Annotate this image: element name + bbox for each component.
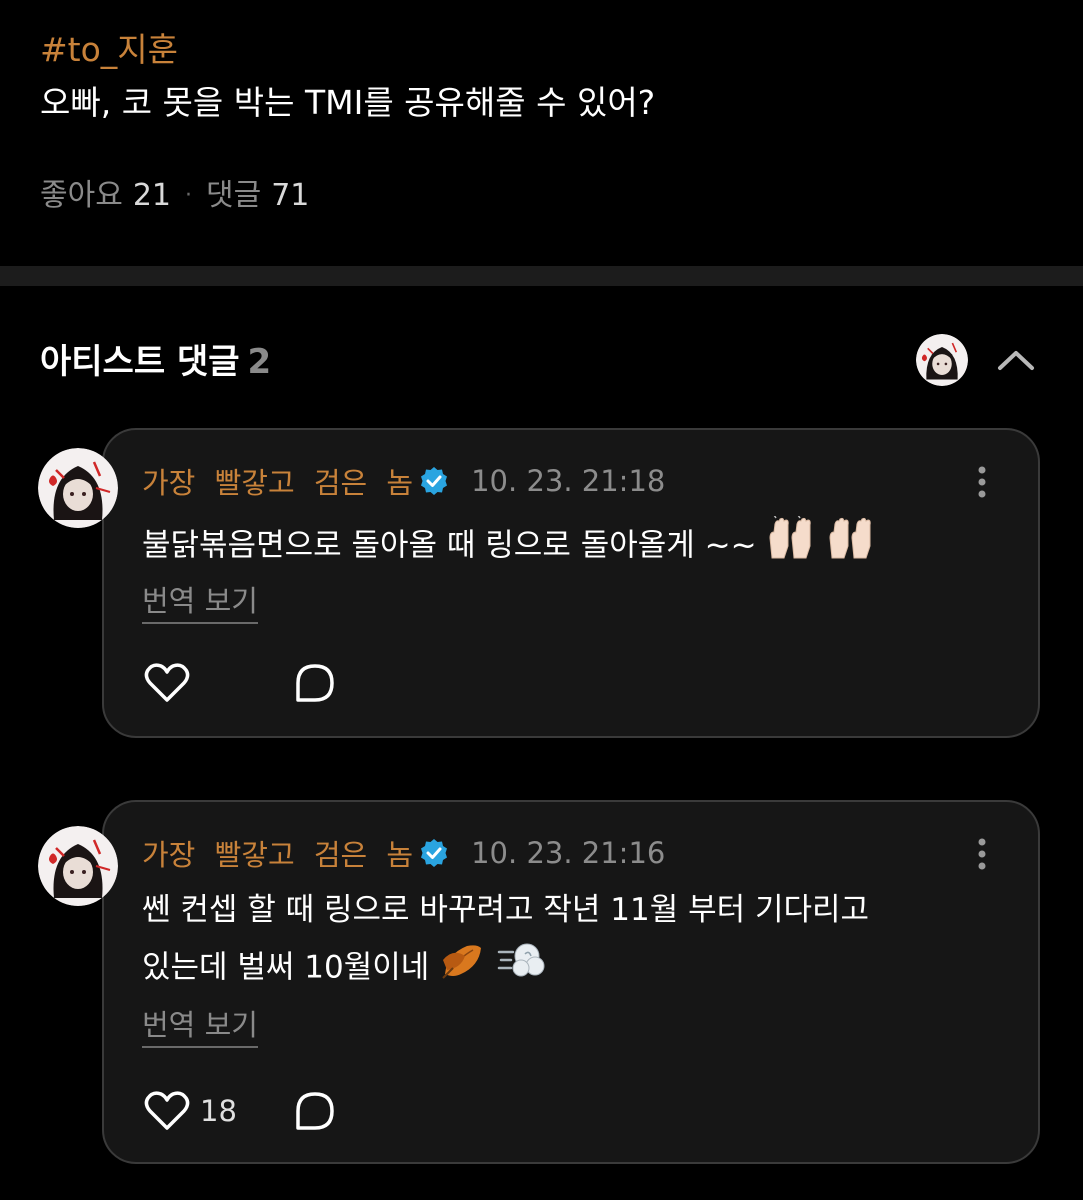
like-button[interactable]: 18 xyxy=(144,1086,237,1136)
comment-author-avatar[interactable] xyxy=(38,826,118,906)
comment-author[interactable]: 가장 빨갛고 검은 놈 xyxy=(142,460,413,502)
verified-badge-icon xyxy=(419,466,449,496)
like-count: 18 xyxy=(200,1094,237,1128)
heart-icon xyxy=(144,1091,190,1130)
comment-author[interactable]: 가장 빨갛고 검은 놈 xyxy=(142,832,413,874)
post-text: 오빠, 코 못을 박는 TMI를 공유해줄 수 있어? xyxy=(40,83,656,122)
translate-link[interactable]: 번역 보기 xyxy=(142,580,258,624)
section-divider xyxy=(0,266,1083,286)
dash-icon xyxy=(497,938,547,1000)
comment-timestamp: 10. 23. 21:18 xyxy=(471,464,666,498)
comment-timestamp: 10. 23. 21:16 xyxy=(471,836,666,870)
section-title: 아티스트 댓글 2 xyxy=(40,336,271,388)
verified-badge-icon xyxy=(419,838,449,868)
chevron-up-icon xyxy=(998,351,1034,370)
comments-label[interactable]: 댓글 xyxy=(206,174,261,218)
translate-link[interactable]: 번역 보기 xyxy=(142,1004,258,1048)
comment-text: 불닭볶음면으로 돌아올 때 링으로 돌아올게 ~~ xyxy=(142,513,1002,578)
comment-body: 불닭볶음면으로 돌아올 때 링으로 돌아올게 ~~ xyxy=(142,527,757,564)
comment-body-line2: 있는데 벌써 10월이네 xyxy=(142,949,430,986)
like-button[interactable] xyxy=(144,658,200,708)
comment-header: 가장 빨갛고 검은 놈 10. 23. 21:18 xyxy=(142,458,665,504)
reply-bubble-icon xyxy=(296,664,334,702)
stats-separator: · xyxy=(185,183,192,208)
comment-card: 가장 빨갛고 검은 놈 10. 23. 21:16 쎈 컨셉 할 때 링으로 바… xyxy=(102,800,1040,1164)
reply-button[interactable] xyxy=(294,1090,336,1132)
comment-author-avatar[interactable] xyxy=(38,448,118,528)
comment: 가장 빨갛고 검은 놈 10. 23. 21:18 불닭볶음면으로 돌아올 때 … xyxy=(0,428,1083,740)
comment: 가장 빨갛고 검은 놈 10. 23. 21:16 쎈 컨셉 할 때 링으로 바… xyxy=(0,800,1083,1166)
fallen-leaf-icon xyxy=(439,938,487,1000)
raised-hands-icon xyxy=(766,513,816,578)
comment-text: 쎈 컨셉 할 때 링으로 바꾸려고 작년 11월 부터 기다리고 있는데 벌써 … xyxy=(142,882,1002,1000)
more-options-button[interactable] xyxy=(970,832,994,876)
more-vertical-icon xyxy=(978,466,986,498)
comments-count: 71 xyxy=(271,178,310,213)
post: #to_지훈 오빠, 코 못을 박는 TMI를 공유해줄 수 있어? 좋아요 2… xyxy=(0,0,1083,266)
post-hashtag[interactable]: #to_지훈 xyxy=(40,26,178,74)
reply-button[interactable] xyxy=(294,662,336,704)
heart-icon xyxy=(144,663,190,702)
post-stats: 좋아요 21 · 댓글 71 xyxy=(40,174,309,218)
collapse-button[interactable] xyxy=(992,336,1040,384)
raised-hands-icon xyxy=(826,516,876,578)
likes-label[interactable]: 좋아요 xyxy=(40,174,123,218)
comment-header: 가장 빨갛고 검은 놈 10. 23. 21:16 xyxy=(142,830,665,876)
comment-card: 가장 빨갛고 검은 놈 10. 23. 21:18 불닭볶음면으로 돌아올 때 … xyxy=(102,428,1040,738)
reply-bubble-icon xyxy=(296,1092,334,1130)
section-count: 2 xyxy=(247,342,272,382)
artist-avatar[interactable] xyxy=(916,334,968,386)
likes-count: 21 xyxy=(132,178,171,213)
more-options-button[interactable] xyxy=(970,460,994,504)
artist-comments-header: 아티스트 댓글 2 xyxy=(40,332,1043,392)
comment-body-line2-wrap: 있는데 벌써 10월이네 xyxy=(142,938,1002,1000)
more-vertical-icon xyxy=(978,838,986,870)
section-title-label: 아티스트 댓글 xyxy=(40,342,240,382)
comment-actions xyxy=(144,658,394,708)
comment-actions: 18 xyxy=(144,1086,404,1136)
comment-body-line1: 쎈 컨셉 할 때 링으로 바꾸려고 작년 11월 부터 기다리고 xyxy=(142,892,870,928)
